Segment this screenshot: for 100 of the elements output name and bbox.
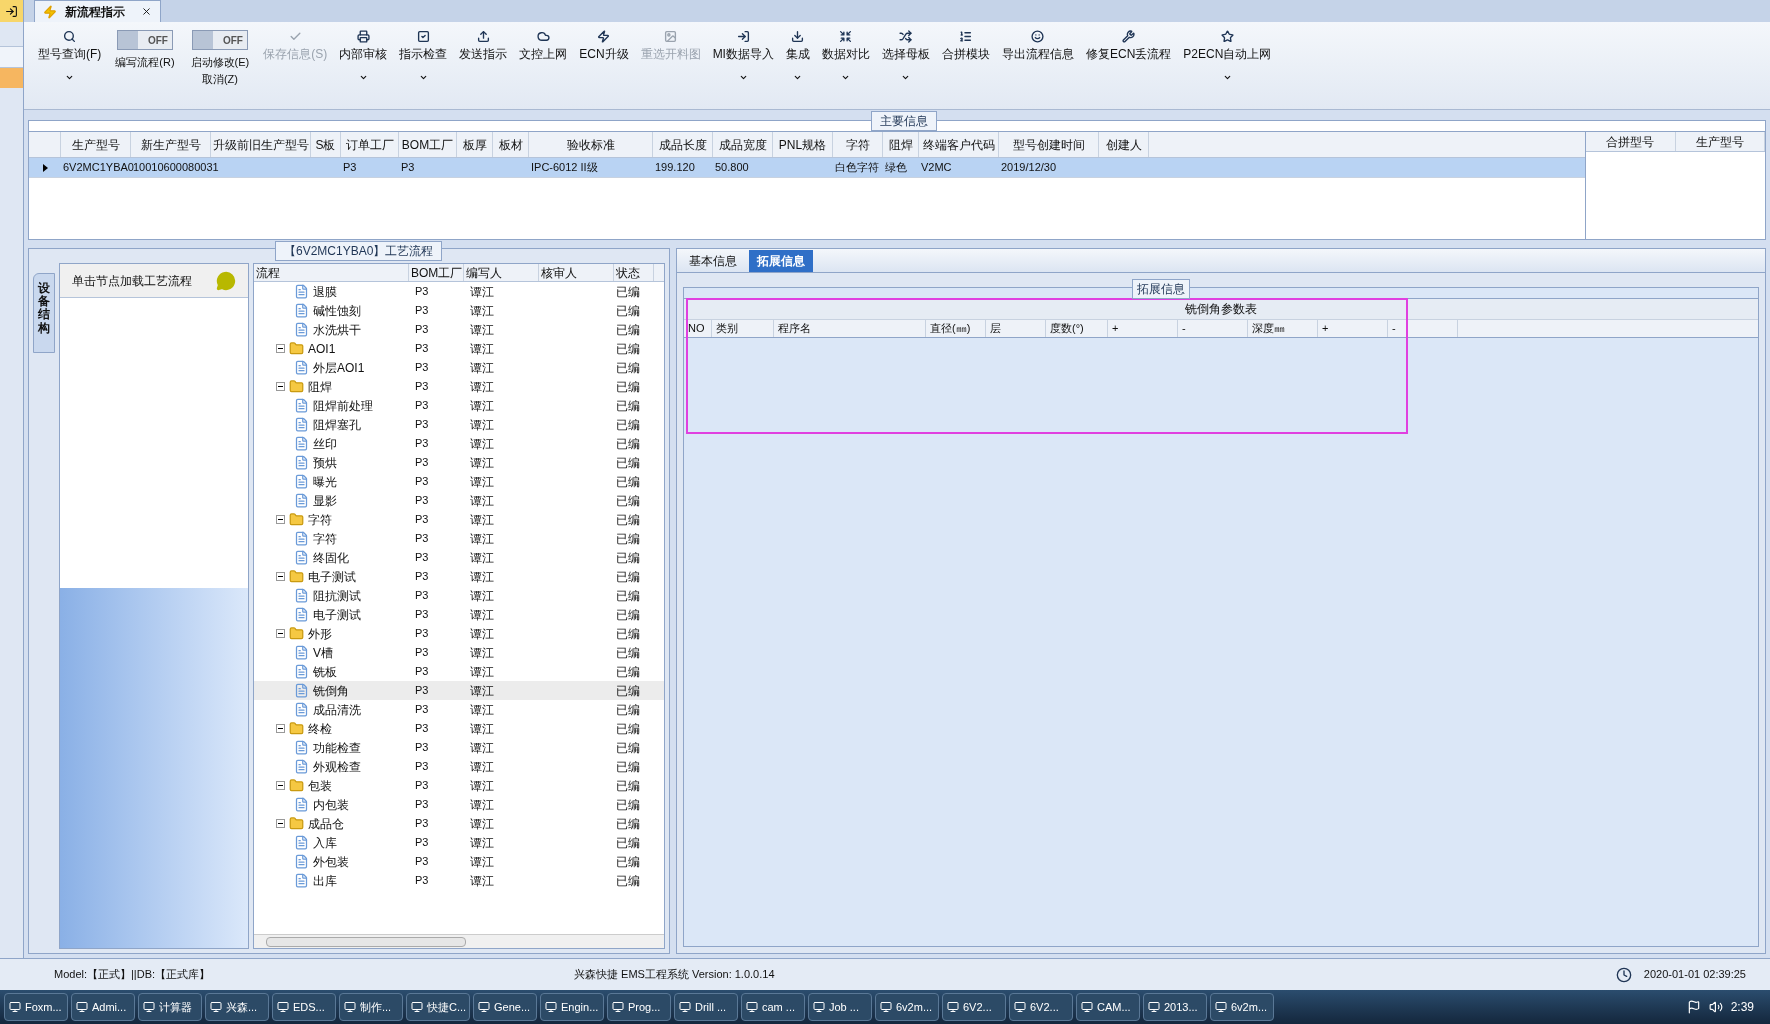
- column-header[interactable]: 新生产型号: [131, 132, 211, 157]
- taskbar-button[interactable]: Admi...: [71, 993, 135, 1021]
- tree-row[interactable]: 外包装 P3 谭江 已编: [254, 852, 664, 871]
- taskbar-button[interactable]: 2013...: [1143, 993, 1207, 1021]
- tree-row[interactable]: 阻抗测试 P3 谭江 已编: [254, 586, 664, 605]
- tree-row[interactable]: 功能检查 P3 谭江 已编: [254, 738, 664, 757]
- tree-row[interactable]: 退膜 P3 谭江 已编: [254, 282, 664, 301]
- tree-row[interactable]: 出库 P3 谭江 已编: [254, 871, 664, 890]
- column-header[interactable]: 直径(㎜): [926, 320, 986, 337]
- tree-row[interactable]: 水洗烘干 P3 谭江 已编: [254, 320, 664, 339]
- tree-row[interactable]: AOI1 P3 谭江 已编: [254, 339, 664, 358]
- taskbar-button[interactable]: 6V2...: [942, 993, 1006, 1021]
- tree-row[interactable]: 字符 P3 谭江 已编: [254, 529, 664, 548]
- tree-row[interactable]: 铣板 P3 谭江 已编: [254, 662, 664, 681]
- taskbar-button[interactable]: CAM...: [1076, 993, 1140, 1021]
- column-header[interactable]: +: [1108, 320, 1178, 337]
- close-icon[interactable]: [141, 6, 152, 17]
- taskbar-button[interactable]: Job ...: [808, 993, 872, 1021]
- taskbar-button[interactable]: 快捷C...: [406, 993, 470, 1021]
- taskbar-button[interactable]: 计算器: [138, 993, 202, 1021]
- column-header[interactable]: 度数(°): [1046, 320, 1108, 337]
- column-header[interactable]: 流程: [254, 264, 409, 281]
- tree-row[interactable]: 显影 P3 谭江 已编: [254, 491, 664, 510]
- taskbar-button[interactable]: Gene...: [473, 993, 537, 1021]
- tree-row[interactable]: 丝印 P3 谭江 已编: [254, 434, 664, 453]
- column-header[interactable]: 成品长度: [653, 132, 713, 157]
- tree-row[interactable]: 终固化 P3 谭江 已编: [254, 548, 664, 567]
- column-header[interactable]: 类别: [712, 320, 774, 337]
- collapse-icon[interactable]: [276, 515, 285, 524]
- tree-row[interactable]: 电子测试 P3 谭江 已编: [254, 605, 664, 624]
- column-header[interactable]: 程序名: [774, 320, 926, 337]
- toolbar-button[interactable]: 修复ECN丢流程: [1079, 22, 1178, 63]
- toolbar-button[interactable]: 数据对比: [815, 22, 876, 82]
- taskbar-button[interactable]: Drill ...: [674, 993, 738, 1021]
- collapse-icon[interactable]: [276, 572, 285, 581]
- column-header[interactable]: 板厚: [457, 132, 493, 157]
- taskbar-button[interactable]: Foxm...: [4, 993, 68, 1021]
- table-row[interactable]: 6V2MC1YBA010010600080031 P3 P3 IPC-6012 II级 199.120 50.800 白色字符 绿色 V2MC 2019/12/30: [29, 158, 1585, 178]
- taskbar-button[interactable]: 6V2...: [1009, 993, 1073, 1021]
- column-header[interactable]: BOM工厂: [409, 264, 464, 281]
- toolbar-button[interactable]: 指示检查: [393, 22, 454, 82]
- tree-row[interactable]: 阻焊前处理 P3 谭江 已编: [254, 396, 664, 415]
- side-tab[interactable]: 设备结构: [33, 273, 55, 353]
- tree-row[interactable]: 碱性蚀刻 P3 谭江 已编: [254, 301, 664, 320]
- horizontal-scrollbar[interactable]: [254, 934, 664, 948]
- column-header[interactable]: 合拼型号: [1586, 132, 1676, 151]
- taskbar-button[interactable]: EDS...: [272, 993, 336, 1021]
- toolbar-button[interactable]: 集成: [779, 22, 816, 82]
- collapse-icon[interactable]: [276, 344, 285, 353]
- toolbar-button[interactable]: 导出流程信息: [995, 22, 1080, 63]
- tree-row[interactable]: 电子测试 P3 谭江 已编: [254, 567, 664, 586]
- tree-row[interactable]: 曝光 P3 谭江 已编: [254, 472, 664, 491]
- column-header[interactable]: 生产型号: [1675, 132, 1765, 151]
- column-header[interactable]: 验收标准: [529, 132, 653, 157]
- detail-tab[interactable]: 基本信息: [681, 250, 745, 272]
- tree-row[interactable]: 字符 P3 谭江 已编: [254, 510, 664, 529]
- column-header[interactable]: BOM工厂: [399, 132, 457, 157]
- column-header[interactable]: 升级前旧生产型号: [211, 132, 311, 157]
- column-header[interactable]: S板: [311, 132, 341, 157]
- toolbar-button[interactable]: 选择母板: [875, 22, 936, 82]
- toolbar-button[interactable]: 发送指示: [453, 22, 514, 63]
- tree-row[interactable]: 预烘 P3 谭江 已编: [254, 453, 664, 472]
- tree-row[interactable]: 终检 P3 谭江 已编: [254, 719, 664, 738]
- volume-icon[interactable]: [1708, 1000, 1723, 1014]
- taskbar-button[interactable]: 制作...: [339, 993, 403, 1021]
- column-header[interactable]: PNL规格: [773, 132, 833, 157]
- tree-row[interactable]: V槽 P3 谭江 已编: [254, 643, 664, 662]
- column-header[interactable]: 核审人: [539, 264, 614, 281]
- toggle-switch[interactable]: OFF: [116, 30, 173, 50]
- column-header[interactable]: 阻焊: [883, 132, 919, 157]
- column-header[interactable]: 创建人: [1099, 132, 1149, 157]
- collapse-icon[interactable]: [276, 819, 285, 828]
- toolbar-button[interactable]: 文控上网: [513, 22, 574, 63]
- collapse-icon[interactable]: [276, 781, 285, 790]
- toolbar-button[interactable]: P2ECN自动上网: [1177, 22, 1278, 82]
- document-tab[interactable]: 新流程指示: [34, 0, 161, 22]
- column-header[interactable]: 订单工厂: [341, 132, 399, 157]
- taskbar-button[interactable]: 兴森...: [205, 993, 269, 1021]
- toolbar-button[interactable]: ECN升级: [573, 22, 635, 63]
- column-header[interactable]: 状态: [614, 264, 654, 281]
- tree-row[interactable]: 铣倒角 P3 谭江 已编: [254, 681, 664, 700]
- toolbar-button[interactable]: MI数据导入: [706, 22, 780, 82]
- column-header[interactable]: 生产型号: [61, 132, 131, 157]
- toolbar-button[interactable]: 内部审核: [333, 22, 394, 82]
- tree-row[interactable]: 入库 P3 谭江 已编: [254, 833, 664, 852]
- collapse-icon[interactable]: [276, 724, 285, 733]
- tree-row[interactable]: 外观检查 P3 谭江 已编: [254, 757, 664, 776]
- taskbar-button[interactable]: 6v2m...: [1210, 993, 1274, 1021]
- detail-tab[interactable]: 拓展信息: [749, 250, 813, 272]
- tree-row[interactable]: 包装 P3 谭江 已编: [254, 776, 664, 795]
- tree-row[interactable]: 内包装 P3 谭江 已编: [254, 795, 664, 814]
- column-header[interactable]: 型号创建时间: [999, 132, 1099, 157]
- tree-row[interactable]: 外层AOI1 P3 谭江 已编: [254, 358, 664, 377]
- column-header[interactable]: 成品宽度: [713, 132, 773, 157]
- tree-row[interactable]: 外形 P3 谭江 已编: [254, 624, 664, 643]
- collapse-icon[interactable]: [276, 382, 285, 391]
- column-header[interactable]: -: [1388, 320, 1458, 337]
- column-header[interactable]: 层: [986, 320, 1046, 337]
- toolbar-button[interactable]: 型号查询(F): [32, 22, 108, 82]
- column-header[interactable]: 字符: [833, 132, 883, 157]
